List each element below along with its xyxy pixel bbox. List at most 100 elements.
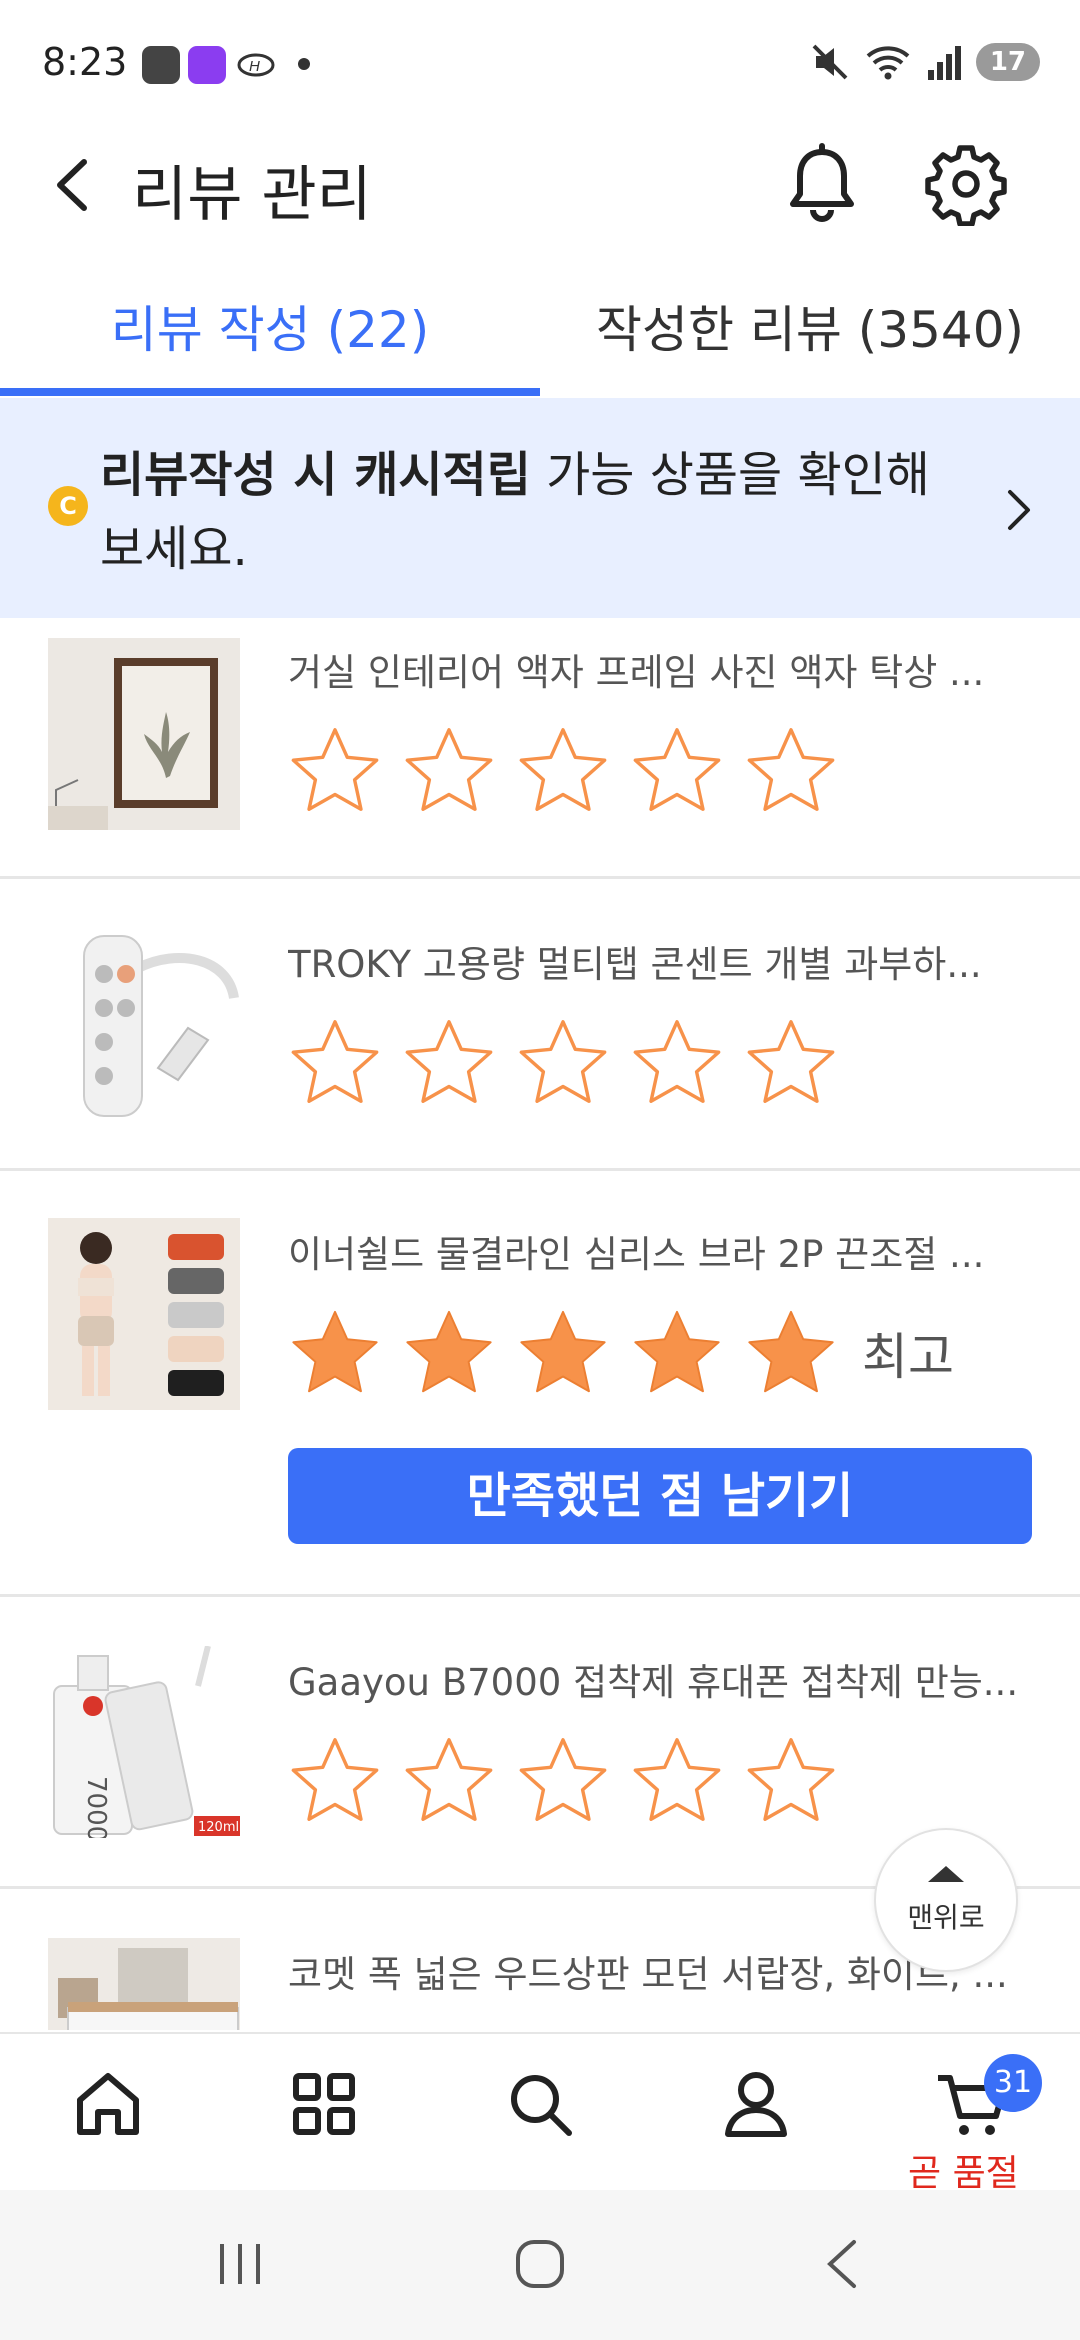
gear-icon	[925, 145, 1007, 227]
nav-category-button[interactable]	[284, 2064, 364, 2144]
battery-indicator: 17	[975, 43, 1040, 81]
recent-apps-button[interactable]	[210, 2234, 270, 2294]
system-back-icon	[827, 2240, 856, 2288]
tab-write-review[interactable]: 리뷰 작성 (22)	[0, 290, 540, 362]
bottom-navigation: 31 곧 품절	[0, 2032, 1080, 2194]
cart-alert-label: 곧 품절	[908, 2153, 1019, 2194]
samsung-lounge-icon	[142, 46, 180, 84]
status-bar: 8:23 H 17	[0, 0, 1080, 120]
notification-button[interactable]	[782, 142, 862, 226]
star-outline-icon[interactable]	[742, 1014, 840, 1112]
product-thumbnail[interactable]	[48, 1938, 240, 2030]
drawer-product-image	[48, 1938, 240, 2030]
star-outline-icon[interactable]	[628, 722, 726, 820]
system-navigation-bar	[0, 2190, 1080, 2340]
star-filled-icon[interactable]	[286, 1304, 384, 1402]
signal-icon	[927, 46, 961, 80]
product-name[interactable]: 거실 인테리어 액자 프레임 사진 액자 탁상 ...	[288, 642, 1028, 696]
bell-icon	[790, 143, 854, 222]
banner-text: 리뷰작성 시 캐시적립 가능 상품을 확인해보세요.	[100, 438, 960, 586]
home-system-button[interactable]	[510, 2234, 570, 2294]
scroll-to-top-label: 맨위로	[907, 1901, 985, 1934]
star-outline-icon[interactable]	[514, 1732, 612, 1830]
wifi-icon	[866, 46, 910, 80]
product-name[interactable]: Gaayou B7000 접착제 휴대폰 접착제 만능...	[288, 1652, 1028, 1706]
glue-product-image: 7000 120ml	[48, 1646, 240, 1838]
write-review-button[interactable]: 만족했던 점 남기기	[288, 1448, 1032, 1544]
star-outline-icon[interactable]	[514, 722, 612, 820]
list-item: 이너쉴드 물결라인 심리스 브라 2P 끈조절 ... 최고 만족했던 점 남기…	[0, 1170, 1080, 1597]
product-thumbnail[interactable]	[48, 928, 240, 1120]
system-back-button[interactable]	[814, 2234, 874, 2294]
cash-reward-banner[interactable]: C 리뷰작성 시 캐시적립 가능 상품을 확인해보세요.	[0, 398, 1080, 618]
star-outline-icon[interactable]	[628, 1732, 726, 1830]
list-item: 거실 인테리어 액자 프레임 사진 액자 탁상 ...	[0, 620, 1080, 879]
list-item: TROKY 고용량 멀티탭 콘센트 개별 과부하...	[0, 878, 1080, 1171]
home-circle-icon	[516, 2240, 564, 2288]
glue-model-label: 7000	[81, 1776, 111, 1838]
star-outline-icon[interactable]	[628, 2024, 726, 2030]
app-header: 리뷰 관리	[0, 120, 1080, 250]
star-filled-icon[interactable]	[628, 1304, 726, 1402]
chevron-right-icon	[1008, 490, 1030, 530]
star-outline-icon[interactable]	[286, 1732, 384, 1830]
bra-product-image	[48, 1218, 240, 1410]
star-outline-icon[interactable]	[514, 1014, 612, 1112]
product-name[interactable]: TROKY 고용량 멀티탭 콘센트 개별 과부하...	[288, 934, 1028, 988]
star-filled-icon[interactable]	[742, 1304, 840, 1402]
star-outline-icon[interactable]	[286, 722, 384, 820]
banner-bold-text: 리뷰작성 시 캐시적립	[100, 447, 531, 503]
rating-stars	[286, 722, 840, 820]
rating-stars: 최고	[286, 1304, 954, 1402]
star-outline-icon[interactable]	[400, 2024, 498, 2030]
caret-up-icon	[928, 1866, 964, 1882]
star-outline-icon[interactable]	[286, 1014, 384, 1112]
recent-apps-icon	[220, 2244, 260, 2284]
star-outline-icon[interactable]	[514, 2024, 612, 2030]
home-icon	[77, 2073, 139, 2135]
user-icon	[725, 2072, 787, 2137]
star-filled-icon[interactable]	[514, 1304, 612, 1402]
scroll-to-top-button[interactable]: 맨위로	[874, 1828, 1018, 1972]
hyundai-icon: H	[236, 50, 276, 84]
power-strip-image	[48, 928, 240, 1120]
star-outline-icon[interactable]	[742, 2024, 840, 2030]
back-button[interactable]	[40, 150, 110, 220]
vpn-app-icon	[188, 46, 226, 84]
active-tab-indicator	[0, 388, 540, 396]
star-outline-icon[interactable]	[742, 722, 840, 820]
star-outline-icon[interactable]	[742, 1732, 840, 1830]
product-name[interactable]: 이너쉴드 물결라인 심리스 브라 2P 끈조절 ...	[288, 1224, 1028, 1278]
rating-stars	[286, 1732, 840, 1830]
framed-art-image	[48, 638, 240, 830]
star-outline-icon[interactable]	[400, 1732, 498, 1830]
settings-button[interactable]	[924, 142, 1008, 227]
notification-dot-icon	[298, 58, 310, 70]
product-thumbnail[interactable]	[48, 1218, 240, 1410]
coin-icon: C	[48, 486, 88, 526]
review-tabs: 리뷰 작성 (22) 작성한 리뷰 (3540)	[0, 270, 1080, 402]
product-list: 거실 인테리어 액자 프레임 사진 액자 탁상 ... TROKY 고용량 멀티…	[0, 620, 1080, 2030]
status-time: 8:23	[42, 40, 128, 84]
search-icon	[511, 2075, 572, 2136]
nav-my-page-button[interactable]	[716, 2064, 796, 2144]
star-outline-icon[interactable]	[628, 1014, 726, 1112]
product-thumbnail[interactable]	[48, 638, 240, 830]
product-thumbnail[interactable]: 7000 120ml	[48, 1646, 240, 1838]
glue-volume-label: 120ml	[198, 1820, 239, 1835]
tab-written-reviews[interactable]: 작성한 리뷰 (3540)	[540, 290, 1080, 362]
svg-text:H: H	[249, 58, 260, 75]
grid-icon	[293, 2073, 355, 2135]
cart-count-badge: 31	[984, 2054, 1042, 2112]
star-outline-icon[interactable]	[400, 722, 498, 820]
nav-home-button[interactable]	[68, 2064, 148, 2144]
star-filled-icon[interactable]	[400, 1304, 498, 1402]
chevron-left-icon	[57, 159, 87, 211]
nav-search-button[interactable]	[500, 2064, 580, 2144]
star-outline-icon[interactable]	[286, 2024, 384, 2030]
rating-label: 최고	[862, 1328, 954, 1386]
star-outline-icon[interactable]	[400, 1014, 498, 1112]
mute-icon	[812, 44, 848, 80]
rating-stars	[286, 1014, 840, 1112]
page-title: 리뷰 관리	[132, 160, 372, 230]
